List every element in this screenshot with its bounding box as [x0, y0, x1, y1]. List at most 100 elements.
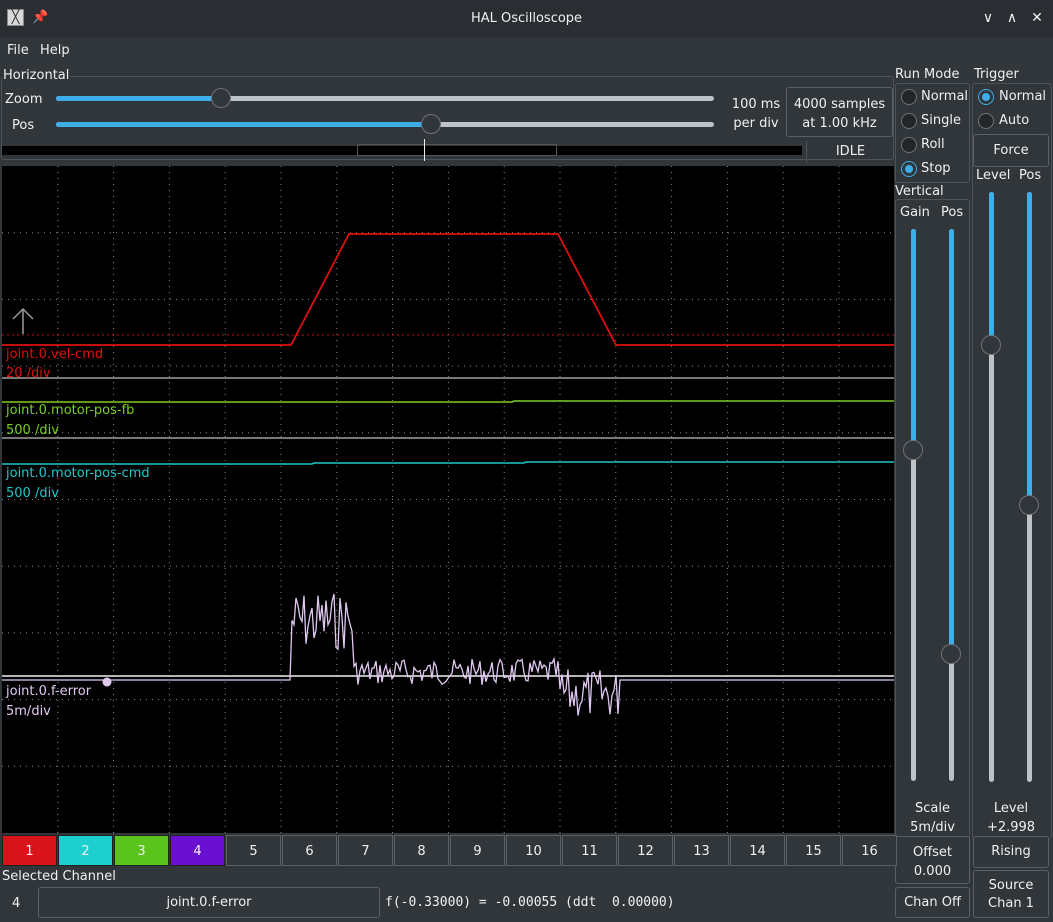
rate-line-1: 100 ms	[731, 97, 781, 112]
trigger-level-value: +2.998	[986, 820, 1036, 835]
scale-readout: Scale 5m/div	[895, 799, 970, 837]
channel-scale-vel-cmd: 20 /div	[6, 366, 51, 381]
samples-line-1: 4000 samples	[793, 97, 886, 112]
channel-label-motor-pos-fb: joint.0.motor-pos-fb	[6, 403, 135, 418]
offset-button[interactable]: Offset 0.000	[895, 836, 970, 884]
vertical-pos-slider[interactable]	[941, 229, 963, 781]
source-line-1: Source	[988, 878, 1034, 893]
menu-file[interactable]: File	[7, 43, 29, 58]
channel-button-16[interactable]: 16	[842, 835, 897, 866]
trigger-option-label: Auto	[999, 113, 1030, 128]
channel-button-10[interactable]: 10	[506, 835, 561, 866]
trigger-option-label: Normal	[999, 89, 1047, 104]
trace-motor-pos-cmd	[2, 461, 894, 465]
radio-icon[interactable]	[901, 137, 917, 153]
vertical-pos-handle[interactable]	[941, 644, 961, 665]
radio-icon[interactable]	[901, 89, 917, 105]
trigger-level-title: Level	[993, 801, 1029, 816]
channel-button-9[interactable]: 9	[450, 835, 505, 866]
radio-icon[interactable]	[901, 161, 917, 177]
trigger-pos-handle[interactable]	[1019, 494, 1039, 515]
trigger-pos-label: Pos	[1019, 168, 1042, 183]
edge-button[interactable]: Rising	[973, 836, 1049, 868]
run-mode-label: Run Mode	[894, 67, 961, 82]
arrow-up-icon	[12, 307, 34, 334]
channel-button-1[interactable]: 1	[2, 835, 57, 866]
channel-button-13[interactable]: 13	[674, 835, 729, 866]
channel-button-7[interactable]: 7	[338, 835, 393, 866]
channel-button-6[interactable]: 6	[282, 835, 337, 866]
pos-slider-handle[interactable]	[421, 114, 442, 134]
channel-button-12[interactable]: 12	[618, 835, 673, 866]
run-mode-option-label: Normal	[921, 89, 969, 104]
title-bar: ╳ 📌 HAL Oscilloscope ∨ ∧ ✕	[0, 0, 1053, 37]
force-button[interactable]: Force	[973, 134, 1049, 167]
trigger-label: Trigger	[973, 67, 1020, 82]
close-button[interactable]: ✕	[1028, 8, 1046, 28]
zoom-label: Zoom	[5, 92, 43, 107]
trace-f-error	[2, 593, 894, 716]
trigger-level-handle[interactable]	[981, 335, 1001, 356]
trigger-level-slider[interactable]	[981, 192, 1003, 782]
channel-label-vel-cmd: joint.0.vel-cmd	[6, 347, 104, 362]
record-window	[357, 144, 557, 156]
channel-scale-motor-pos-cmd: 500 /div	[6, 486, 59, 501]
channel-label-motor-pos-cmd: joint.0.motor-pos-cmd	[6, 466, 150, 481]
channel-button-3[interactable]: 3	[114, 835, 169, 866]
maximize-button[interactable]: ∧	[1003, 8, 1021, 28]
trigger-level-label: Level	[976, 168, 1011, 183]
pos-slider[interactable]	[56, 114, 714, 136]
channel-label-f-error: joint.0.f-error	[6, 684, 92, 699]
channel-button-14[interactable]: 14	[730, 835, 785, 866]
scale-value: 5m/div	[910, 820, 955, 835]
run-mode-option-label: Roll	[921, 137, 945, 152]
channel-scale-f-error: 5m/div	[6, 704, 51, 719]
selected-channel-number: 4	[12, 896, 21, 911]
radio-icon[interactable]	[901, 113, 917, 129]
trigger-pos-slider[interactable]	[1019, 192, 1041, 782]
vertical-label: Vertical	[894, 184, 945, 199]
gain-slider[interactable]	[903, 229, 925, 781]
minimize-button[interactable]: ∨	[979, 8, 997, 28]
gain-label: Gain	[900, 205, 930, 220]
gain-handle[interactable]	[903, 439, 923, 460]
menu-help[interactable]: Help	[40, 43, 70, 58]
chan-off-button[interactable]: Chan Off	[895, 887, 970, 918]
selected-channel-label: Selected Channel	[2, 869, 116, 884]
channel-button-8[interactable]: 8	[394, 835, 449, 866]
rate-line-2: per div	[733, 116, 779, 131]
value-readout: f(-0.33000) = -0.00055 (ddt 0.00000)	[385, 895, 675, 910]
scope-display[interactable]: joint.0.vel-cmd 20 /div joint.0.motor-po…	[2, 166, 894, 833]
channel-button-11[interactable]: 11	[562, 835, 617, 866]
channel-button-2[interactable]: 2	[58, 835, 113, 866]
record-cursor	[424, 139, 425, 161]
samples-button[interactable]: 4000 samples at 1.00 kHz	[786, 87, 893, 137]
record-position-bar[interactable]	[2, 139, 802, 161]
channel-button-4[interactable]: 4	[170, 835, 225, 866]
source-button[interactable]: Source Chan 1	[973, 870, 1049, 918]
selected-channel-name[interactable]: joint.0.f-error	[38, 887, 380, 918]
zoom-slider[interactable]	[56, 88, 714, 110]
rate-display: 100 ms per div	[726, 95, 786, 133]
offset-title: Offset	[912, 845, 953, 860]
horizontal-group-label: Horizontal	[2, 68, 71, 83]
channel-button-15[interactable]: 15	[786, 835, 841, 866]
run-mode-option-label: Stop	[921, 161, 951, 176]
source-line-2: Chan 1	[988, 896, 1034, 911]
status-label: IDLE	[806, 141, 894, 163]
pos-label: Pos	[12, 118, 35, 133]
trace-motor-pos-fb	[2, 400, 894, 403]
run-mode-option-label: Single	[921, 113, 961, 128]
offset-value: 0.000	[913, 864, 952, 879]
trigger-level-readout: Level +2.998	[973, 799, 1049, 837]
samples-line-2: at 1.00 kHz	[802, 116, 877, 131]
vertical-pos-label: Pos	[941, 205, 964, 220]
window-title: HAL Oscilloscope	[470, 11, 583, 26]
radio-icon[interactable]	[978, 113, 994, 129]
f-error-marker	[102, 677, 112, 687]
radio-icon[interactable]	[978, 89, 994, 105]
scope-plot	[2, 166, 894, 833]
zoom-slider-handle[interactable]	[210, 88, 231, 108]
scale-title: Scale	[915, 801, 950, 816]
channel-button-5[interactable]: 5	[226, 835, 281, 866]
